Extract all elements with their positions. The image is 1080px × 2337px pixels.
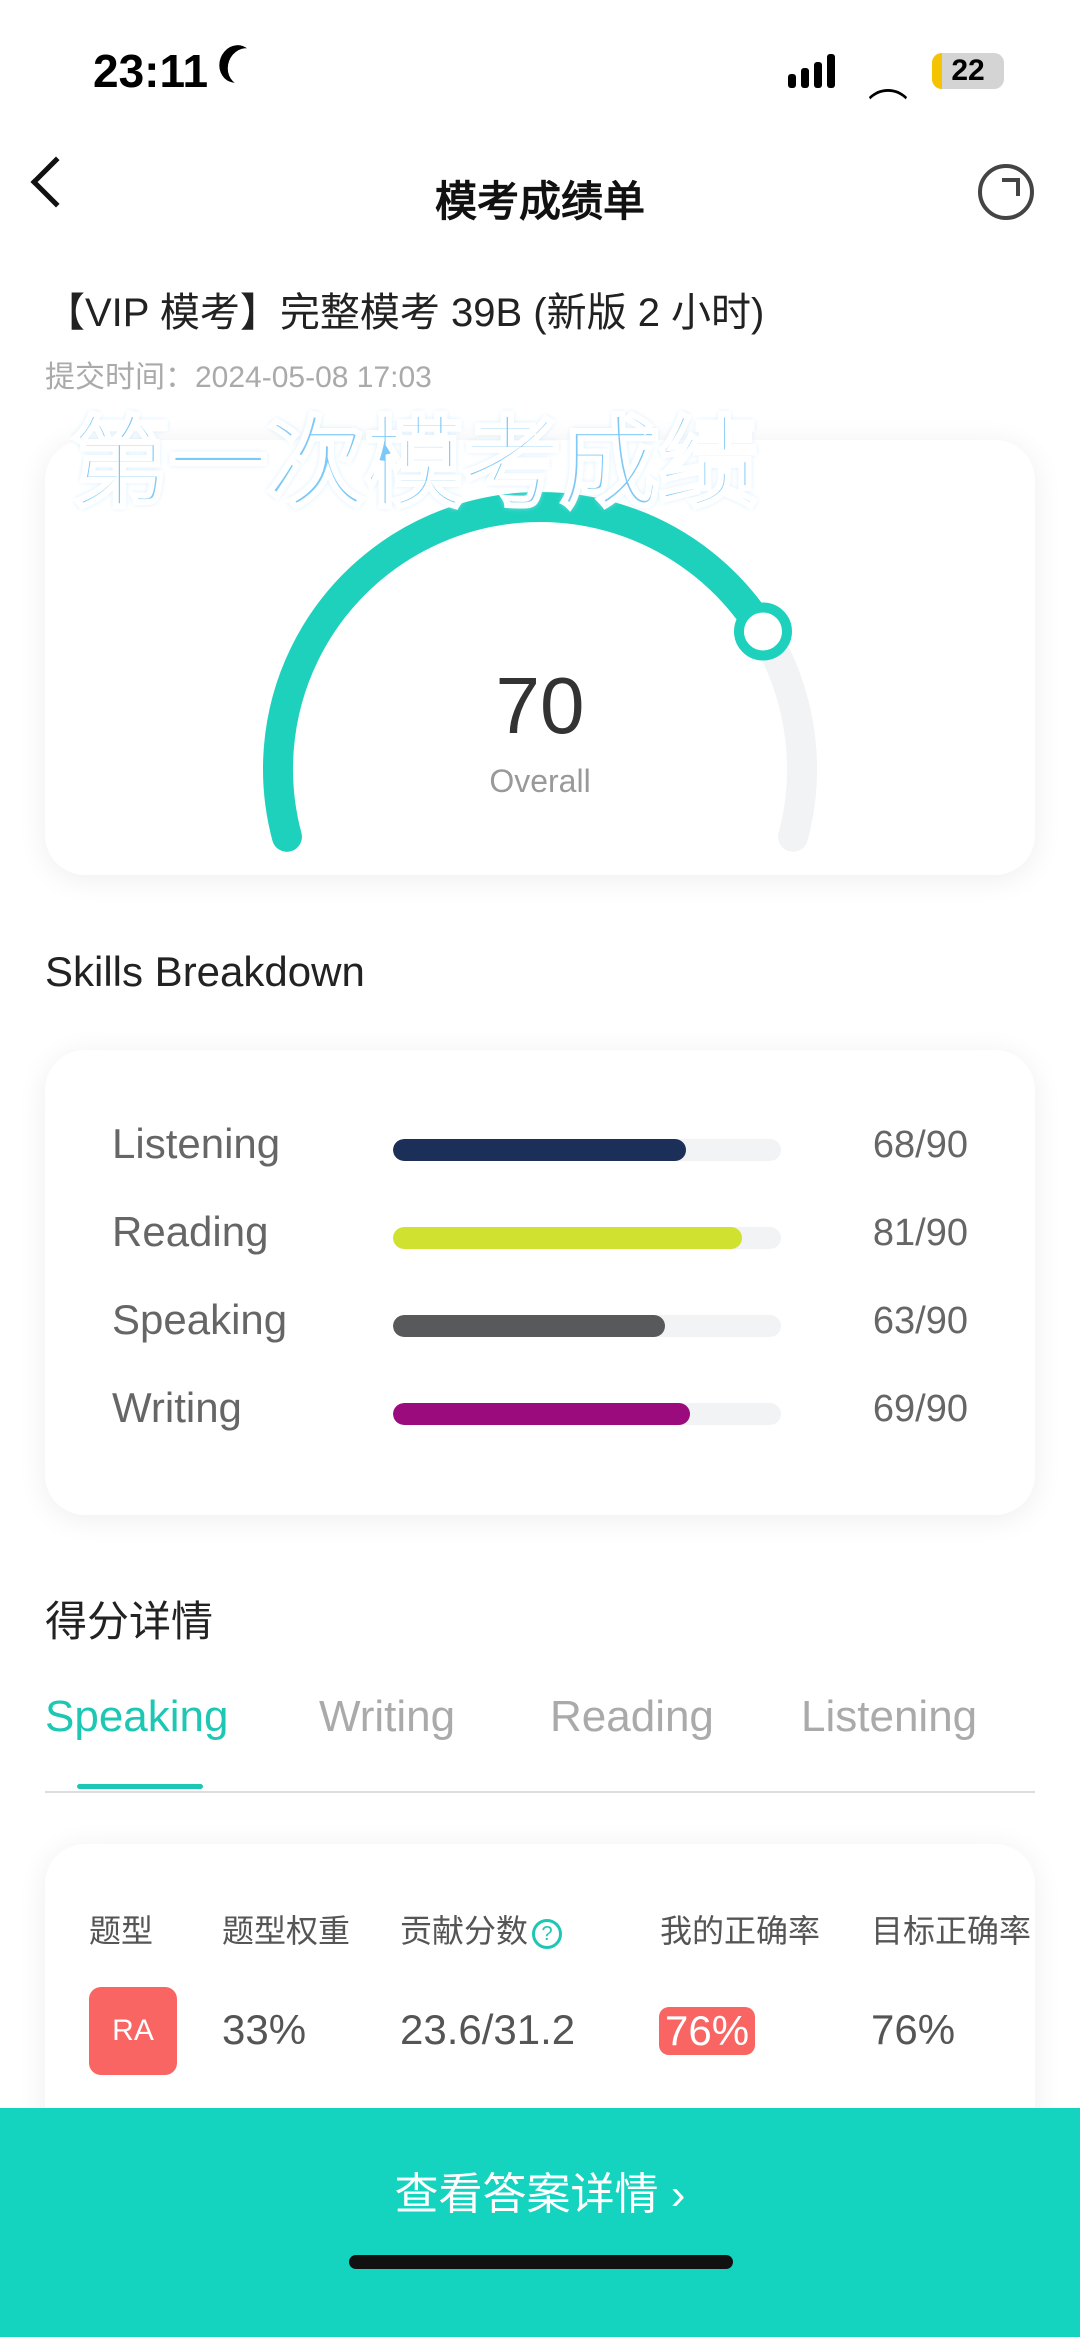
skill-score: 69/90 xyxy=(872,1388,968,1430)
tab-writing[interactable]: Writing xyxy=(319,1692,455,1742)
skill-bar-fill xyxy=(393,1227,743,1249)
header-target-accuracy: 目标正确率 xyxy=(871,1913,1032,1949)
home-indicator xyxy=(349,2255,733,2269)
skill-score: 81/90 xyxy=(872,1212,968,1254)
my-accuracy-badge: 76% xyxy=(659,2007,756,2055)
skills-title: Skills Breakdown xyxy=(45,948,365,995)
skill-bar-fill xyxy=(393,1403,691,1425)
skill-label: Writing xyxy=(112,1384,242,1431)
active-tab-indicator xyxy=(77,1784,203,1789)
skill-label: Speaking xyxy=(112,1296,288,1343)
header-contribution-label: 贡献分数 xyxy=(400,1913,529,1949)
overlay-caption: 第一次模考成绩 xyxy=(69,407,760,522)
tab-listening[interactable]: Listening xyxy=(801,1692,977,1742)
skill-bar-fill xyxy=(393,1315,665,1337)
tab-speaking[interactable]: Speaking xyxy=(45,1692,228,1742)
skill-label: Reading xyxy=(112,1208,269,1255)
gauge-knob xyxy=(733,602,792,661)
skill-bar-track xyxy=(393,1139,781,1161)
header-weight: 题型权重 xyxy=(222,1913,351,1949)
weight-value: 33% xyxy=(222,2006,307,2053)
skill-bar-track xyxy=(393,1403,781,1425)
view-answers-button[interactable]: 查看答案详情 › xyxy=(0,2158,1080,2222)
bottom-bar xyxy=(0,2108,1080,2337)
tab-reading[interactable]: Reading xyxy=(550,1692,714,1742)
skill-bar-track xyxy=(393,1315,781,1337)
contribution-value: 23.6/31.2 xyxy=(400,2006,576,2053)
skill-label: Listening xyxy=(112,1120,281,1167)
skill-bar-track xyxy=(393,1227,781,1249)
tab-divider xyxy=(45,1791,1035,1793)
overall-score: 70 xyxy=(495,661,585,750)
skill-score: 68/90 xyxy=(872,1124,968,1166)
type-badge[interactable]: RA xyxy=(89,1987,177,2075)
header-contribution: 贡献分数? xyxy=(400,1906,563,1952)
header-my-accuracy: 我的正确率 xyxy=(660,1913,821,1949)
overall-label: Overall xyxy=(489,763,591,799)
target-accuracy-value: 76% xyxy=(871,2006,956,2053)
skill-score: 63/90 xyxy=(872,1300,968,1342)
header-type: 题型 xyxy=(89,1913,154,1949)
details-title: 得分详情 xyxy=(45,1598,214,1645)
skill-bar-fill xyxy=(393,1139,687,1161)
help-icon[interactable]: ? xyxy=(532,1918,563,1949)
